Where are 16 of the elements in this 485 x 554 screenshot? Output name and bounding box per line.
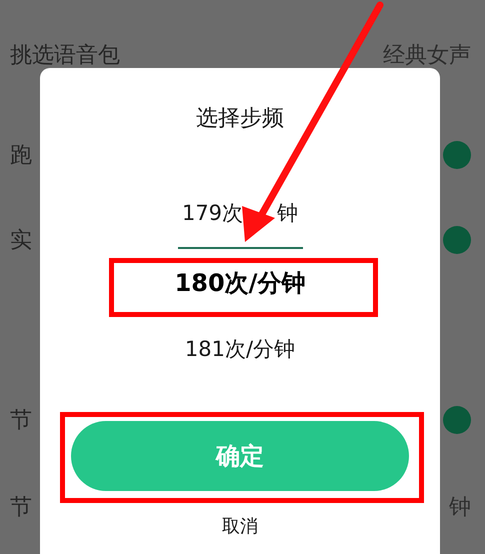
picker-option[interactable]: 180次/分钟	[174, 249, 306, 317]
cancel-button[interactable]: 取消	[222, 513, 258, 540]
picker-option-text[interactable]: 钟	[277, 198, 298, 230]
setting-value: 经典女声	[383, 42, 471, 70]
setting-label: 实	[10, 226, 32, 254]
toggle-knob[interactable]	[443, 406, 471, 434]
picker-option-text[interactable]: 179次	[182, 198, 244, 230]
setting-label: 挑选语音包	[10, 42, 120, 70]
setting-label: 节	[10, 494, 32, 522]
toggle-knob[interactable]	[443, 141, 471, 169]
picker-option[interactable]: 181次/分钟	[184, 317, 296, 383]
setting-label: 跑	[10, 142, 32, 170]
setting-value: 钟	[449, 494, 471, 522]
dialog-title: 选择步频	[196, 105, 284, 133]
toggle-knob[interactable]	[443, 226, 471, 254]
setting-label: 节	[10, 406, 32, 434]
